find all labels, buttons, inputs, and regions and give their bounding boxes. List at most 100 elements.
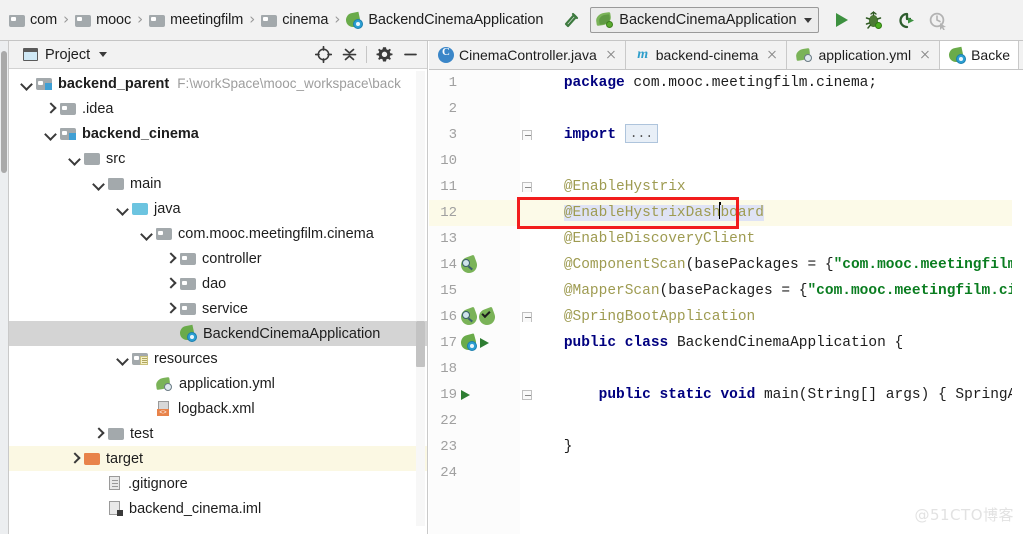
chevron-right-icon[interactable] bbox=[163, 301, 179, 317]
chevron-down-icon[interactable] bbox=[67, 151, 83, 167]
gutter-row[interactable]: 12 bbox=[429, 200, 520, 226]
chevron-down-icon[interactable] bbox=[803, 17, 812, 23]
tree-node-target[interactable]: target bbox=[9, 446, 427, 471]
code-line[interactable]: @MapperScan(basePackages = {"com.mooc.me… bbox=[520, 278, 1023, 304]
spring-icon[interactable] bbox=[459, 332, 478, 352]
gutter-row[interactable]: 11 bbox=[429, 174, 520, 200]
bean-icon[interactable] bbox=[458, 254, 480, 276]
tree-node-java[interactable]: java bbox=[9, 196, 427, 221]
gutter-markers[interactable] bbox=[461, 390, 470, 400]
editor-tab-backe[interactable]: Backe bbox=[940, 41, 1019, 69]
run-with-coverage-button[interactable] bbox=[893, 7, 919, 33]
tree-node-backendcinemaapplication[interactable]: BackendCinemaApplication bbox=[9, 321, 427, 346]
run-icon[interactable] bbox=[480, 338, 489, 348]
gutter-row[interactable]: 3 bbox=[429, 122, 520, 148]
tool-strip-scrollbar[interactable] bbox=[1, 51, 7, 173]
hide-panel-button[interactable] bbox=[397, 42, 423, 68]
chevron-right-icon[interactable] bbox=[163, 251, 179, 267]
chevron-down-icon[interactable] bbox=[139, 226, 155, 242]
tree-node-backend-cinema-iml[interactable]: backend_cinema.iml bbox=[9, 496, 427, 521]
gutter-row[interactable]: 19 bbox=[429, 382, 520, 408]
code-line[interactable]: @SpringBootApplication bbox=[520, 304, 1023, 330]
code-line[interactable] bbox=[520, 356, 1023, 382]
fold-toggle-icon[interactable] bbox=[522, 312, 532, 322]
close-icon[interactable] bbox=[766, 49, 778, 61]
chevron-down-icon[interactable] bbox=[99, 52, 108, 57]
project-scrollbar[interactable] bbox=[416, 71, 425, 526]
tree-node-com-mooc-meetingfilm-cinema[interactable]: com.mooc.meetingfilm.cinema bbox=[9, 221, 427, 246]
editor-tab-backend-cinema[interactable]: m backend-cinema bbox=[625, 41, 788, 69]
code-line[interactable]: public class BackendCinemaApplication { bbox=[520, 330, 1023, 356]
gutter-row[interactable]: 1 bbox=[429, 70, 520, 96]
gutter-row[interactable]: 17 bbox=[429, 330, 520, 356]
close-icon[interactable] bbox=[605, 49, 617, 61]
gutter-row[interactable]: 24 bbox=[429, 460, 520, 486]
fold-toggle-icon[interactable] bbox=[522, 130, 532, 140]
scrollbar-thumb[interactable] bbox=[416, 321, 425, 367]
gutter-markers[interactable] bbox=[458, 254, 480, 276]
code-lines[interactable]: package com.mooc.meetingfilm.cinema; imp… bbox=[520, 70, 1023, 534]
build-button[interactable] bbox=[558, 7, 584, 33]
tree-node-dao[interactable]: dao bbox=[9, 271, 427, 296]
project-tree[interactable]: backend_parent F:\workSpace\mooc_workspac… bbox=[9, 69, 427, 521]
locate-file-button[interactable] bbox=[310, 42, 336, 68]
tree-node-service[interactable]: service bbox=[9, 296, 427, 321]
editor-scrollbar[interactable] bbox=[1012, 99, 1023, 534]
run-button[interactable] bbox=[829, 7, 855, 33]
chevron-right-icon[interactable] bbox=[91, 426, 107, 442]
tree-node-resources[interactable]: resources bbox=[9, 346, 427, 371]
tree-node-application-yml[interactable]: application.yml bbox=[9, 371, 427, 396]
debug-button[interactable] bbox=[861, 7, 887, 33]
editor-tab-cinemacontroller-java[interactable]: CinemaController.java bbox=[429, 41, 626, 69]
fold-toggle-icon[interactable] bbox=[522, 182, 532, 192]
chevron-down-icon[interactable] bbox=[91, 176, 107, 192]
gutter-row[interactable]: 13 bbox=[429, 226, 520, 252]
tree-node-src[interactable]: src bbox=[9, 146, 427, 171]
tree-node-test[interactable]: test bbox=[9, 421, 427, 446]
profile-button[interactable] bbox=[925, 7, 951, 33]
tree-node-main[interactable]: main bbox=[9, 171, 427, 196]
tree-node--gitignore[interactable]: .gitignore bbox=[9, 471, 427, 496]
editor-gutter[interactable]: 1 2 3 10 11 12 13 14 15 16 17 18 19 22 23 24 bbox=[429, 70, 520, 534]
code-editor[interactable]: 1 2 3 10 11 12 13 14 15 16 17 18 19 22 23 24 package co… bbox=[429, 70, 1023, 534]
check-icon[interactable] bbox=[476, 306, 498, 328]
breadcrumb-item-backendcinemaapplication[interactable]: BackendCinemaApplication bbox=[343, 7, 546, 33]
tree-node-backend-cinema[interactable]: backend_cinema bbox=[9, 121, 427, 146]
chevron-down-icon[interactable] bbox=[43, 126, 59, 142]
collapse-all-button[interactable] bbox=[336, 42, 362, 68]
code-line[interactable]: @EnableDiscoveryClient bbox=[520, 226, 1023, 252]
chevron-right-icon[interactable] bbox=[67, 451, 83, 467]
tree-node-logback-xml[interactable]: <> logback.xml bbox=[9, 396, 427, 421]
fold-toggle-icon[interactable] bbox=[522, 390, 532, 400]
gutter-row[interactable]: 16 bbox=[429, 304, 520, 330]
code-line[interactable] bbox=[520, 148, 1023, 174]
chevron-down-icon[interactable] bbox=[115, 201, 131, 217]
chevron-right-icon[interactable] bbox=[43, 101, 59, 117]
gutter-row[interactable]: 14 bbox=[429, 252, 520, 278]
editor-tab-application-yml[interactable]: application.yml bbox=[787, 41, 941, 69]
code-line[interactable]: package com.mooc.meetingfilm.cinema; bbox=[520, 70, 1023, 96]
chevron-right-icon[interactable] bbox=[163, 276, 179, 292]
gutter-row[interactable]: 15 bbox=[429, 278, 520, 304]
code-line[interactable]: public static void main(String[] args) {… bbox=[520, 382, 1023, 408]
code-line[interactable]: @ComponentScan(basePackages = {"com.mooc… bbox=[520, 252, 1023, 278]
gutter-markers[interactable] bbox=[458, 306, 498, 328]
gutter-markers[interactable] bbox=[459, 332, 489, 352]
code-line[interactable]: @EnableHystrixDashboard bbox=[520, 200, 1023, 226]
run-icon[interactable] bbox=[461, 390, 470, 400]
gutter-row[interactable]: 18 bbox=[429, 356, 520, 382]
breadcrumb-item-com[interactable]: com bbox=[6, 7, 60, 33]
gutter-row[interactable]: 22 bbox=[429, 408, 520, 434]
breadcrumb-item-mooc[interactable]: mooc bbox=[72, 7, 134, 33]
settings-button[interactable] bbox=[371, 42, 397, 68]
tree-node-backend-parent[interactable]: backend_parent F:\workSpace\mooc_workspac… bbox=[9, 71, 427, 96]
breadcrumb-item-meetingfilm[interactable]: meetingfilm bbox=[146, 7, 246, 33]
breadcrumb-item-cinema[interactable]: cinema bbox=[258, 7, 331, 33]
code-line[interactable]: @EnableHystrix bbox=[520, 174, 1023, 200]
code-line[interactable]: } bbox=[520, 434, 1023, 460]
code-line[interactable] bbox=[520, 96, 1023, 122]
close-icon[interactable] bbox=[919, 49, 931, 61]
collapsed-imports[interactable]: ... bbox=[624, 124, 659, 143]
code-line[interactable] bbox=[520, 460, 1023, 486]
tree-node--idea[interactable]: .idea bbox=[9, 96, 427, 121]
